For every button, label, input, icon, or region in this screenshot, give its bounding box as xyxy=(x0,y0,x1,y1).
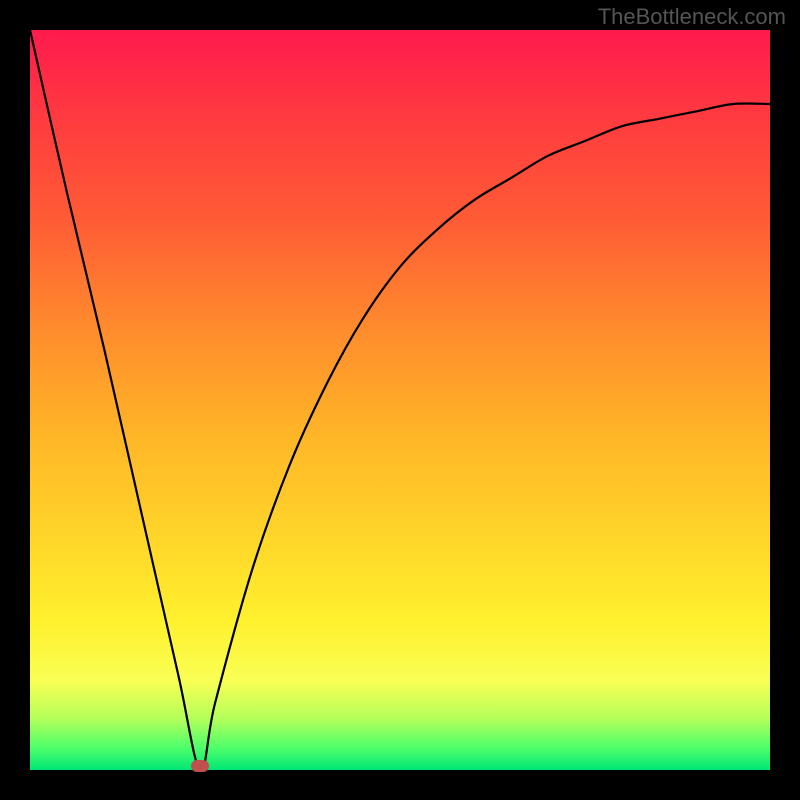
minimum-marker xyxy=(191,760,209,772)
watermark-text: TheBottleneck.com xyxy=(598,4,786,30)
curve-svg xyxy=(30,30,770,770)
bottleneck-curve-path xyxy=(30,30,770,770)
plot-area xyxy=(30,30,770,770)
chart-frame: TheBottleneck.com xyxy=(0,0,800,800)
